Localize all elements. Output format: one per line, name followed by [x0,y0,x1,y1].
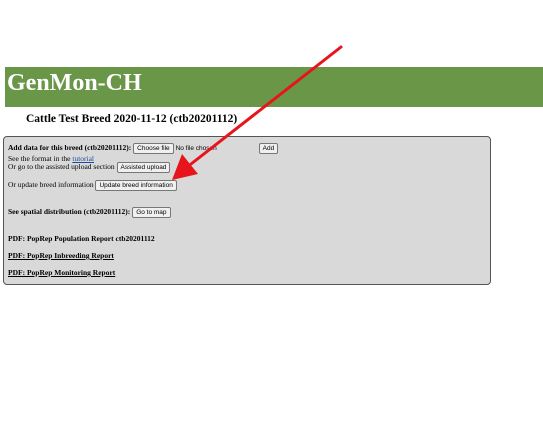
header-bar: GenMon-CH [5,67,543,107]
assisted-label: Or go to the assisted upload section [8,162,115,172]
add-data-label: Add data for this breed (ctb20201112): [8,143,132,153]
update-label: Or update breed information [8,180,94,190]
add-data-row: Add data for this breed (ctb20201112): C… [8,143,279,154]
report-population: PDF: PopRep Population Report ctb2020111… [8,234,155,243]
breed-panel: Add data for this breed (ctb20201112): C… [3,136,491,285]
breed-title: Cattle Test Breed 2020-11-12 (ctb2020111… [26,113,238,125]
no-file-text: No file chosen [175,145,217,152]
spatial-label: See spatial distribution (ctb20201112): [8,207,131,217]
update-row: Or update breed information Update breed… [8,180,177,191]
assisted-row: Or go to the assisted upload section Ass… [8,162,171,173]
update-breed-button[interactable]: Update breed information [95,180,177,191]
spatial-row: See spatial distribution (ctb20201112): … [8,207,171,218]
choose-file-button[interactable]: Choose file [133,143,174,154]
assisted-upload-button[interactable]: Assisted upload [116,162,171,173]
go-to-map-button[interactable]: Go to map [132,207,171,218]
report-monitoring-link[interactable]: PDF: PopRep Monitoring Report [8,268,115,277]
report-inbreeding-link[interactable]: PDF: PopRep Inbreeding Report [8,251,114,260]
site-title[interactable]: GenMon-CH [7,70,142,97]
add-button[interactable]: Add [258,143,279,154]
